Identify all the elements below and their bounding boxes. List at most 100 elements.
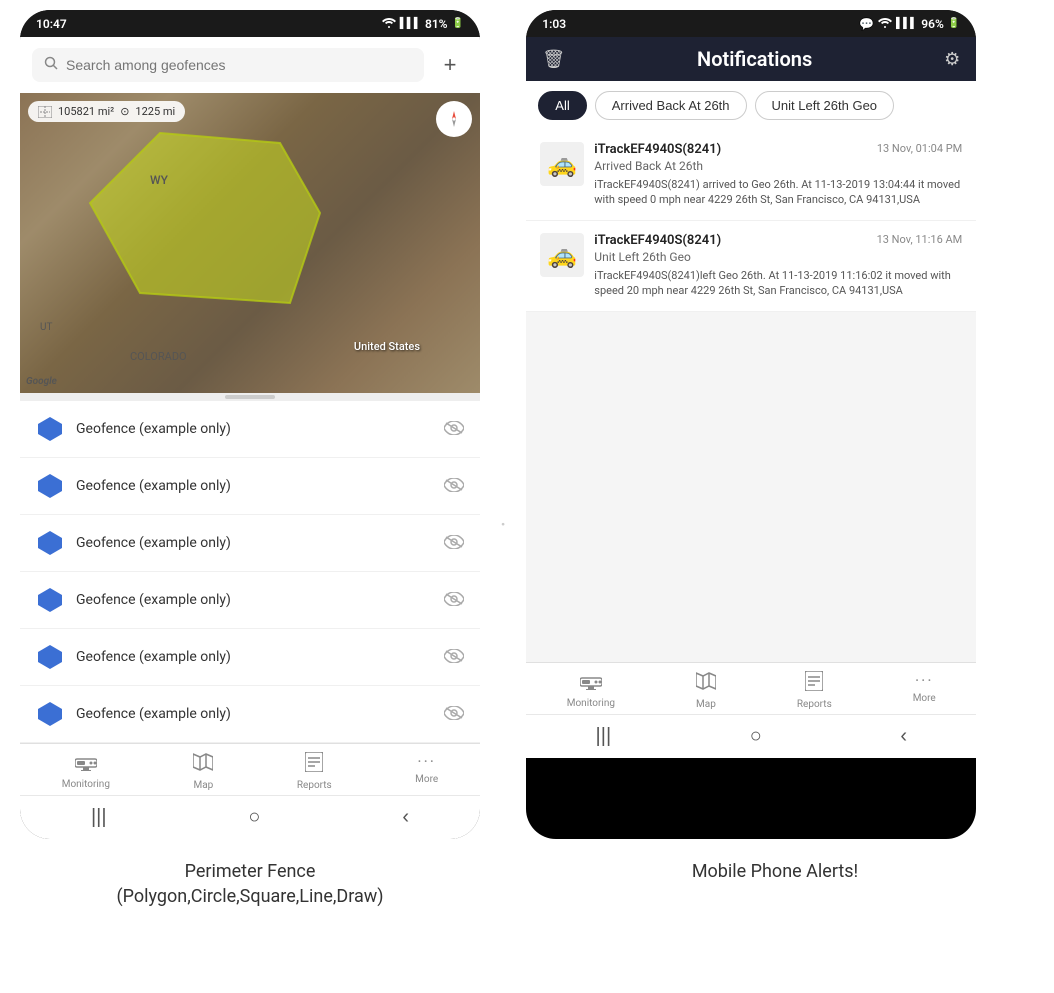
notification-content: iTrackEF4940S(8241) 13 Nov, 01:04 PM Arr…: [594, 142, 962, 208]
left-recent-button[interactable]: |||: [91, 806, 107, 829]
visibility-icon[interactable]: [444, 590, 464, 611]
nav-reports[interactable]: Reports: [297, 752, 332, 791]
geofence-name: Geofence (example only): [76, 535, 432, 551]
monitoring-icon: [75, 752, 97, 776]
map-area-sep: ⊙: [120, 105, 129, 118]
left-status-right: ▌▌▌ 81% 🔋: [382, 16, 464, 31]
map-label-co: COLORADO: [130, 350, 187, 363]
nav-monitoring[interactable]: Monitoring: [62, 752, 110, 791]
left-time: 10:47: [36, 17, 67, 31]
map-compass[interactable]: [436, 101, 472, 137]
filter-tab-arrived[interactable]: Arrived Back At 26th: [595, 91, 747, 120]
nav-map[interactable]: Map: [193, 752, 213, 791]
right-battery-icon: 🔋: [948, 18, 960, 29]
visibility-icon[interactable]: [444, 476, 464, 497]
list-item[interactable]: Geofence (example only): [20, 686, 480, 743]
right-home-button[interactable]: ○: [750, 725, 762, 748]
right-caption: Mobile Phone Alerts!: [550, 859, 1000, 909]
geofence-icon: [36, 415, 64, 443]
notification-event: Arrived Back At 26th: [594, 159, 962, 173]
geofence-list: Geofence (example only) Geofence (exampl…: [20, 401, 480, 743]
visibility-icon[interactable]: [444, 533, 464, 554]
notification-empty-area: [526, 312, 976, 662]
notification-time: 13 Nov, 11:16 AM: [877, 233, 963, 246]
right-reports-icon: [805, 671, 823, 696]
left-system-nav: ||| ○ ‹: [20, 795, 480, 839]
right-nav-map-label: Map: [696, 699, 716, 710]
left-home-button[interactable]: ○: [248, 806, 260, 829]
geofence-icon: [36, 586, 64, 614]
right-map-icon: [696, 671, 716, 696]
add-geofence-button[interactable]: +: [432, 47, 468, 83]
map-terrain: 105821 mi² ⊙ 1225 mi WY UT COLORADO Unit…: [20, 93, 480, 393]
right-phone: 1:03 💬 ▌▌▌ 96% 🔋 🗑 Notifications ⚙ All A…: [526, 10, 976, 839]
notification-top-row: iTrackEF4940S(8241) 13 Nov, 11:16 AM: [594, 233, 962, 248]
right-nav-more-label: More: [913, 693, 936, 704]
search-container[interactable]: [32, 48, 424, 82]
right-nav-reports[interactable]: Reports: [797, 671, 832, 710]
notification-item[interactable]: 🚕 iTrackEF4940S(8241) 13 Nov, 01:04 PM A…: [526, 130, 976, 221]
google-logo: Google: [26, 376, 57, 387]
geofence-name: Geofence (example only): [76, 592, 432, 608]
left-caption-text: Perimeter Fence(Polygon,Circle,Square,Li…: [116, 861, 383, 907]
map-area: 105821 mi² ⊙ 1225 mi WY UT COLORADO Unit…: [20, 93, 480, 393]
reports-icon: [305, 752, 323, 777]
notification-header: 🗑 Notifications ⚙: [526, 37, 976, 81]
search-icon: [44, 56, 58, 74]
notification-message: iTrackEF4940S(8241) arrived to Geo 26th.…: [594, 177, 962, 208]
notification-avatar: 🚕: [540, 233, 584, 277]
nav-more[interactable]: ··· More: [415, 752, 438, 791]
separator: ·: [500, 10, 506, 839]
left-phone: 10:47 ▌▌▌ 81% 🔋 +: [20, 10, 480, 839]
nav-monitoring-label: Monitoring: [62, 779, 110, 790]
geofence-icon: [36, 472, 64, 500]
device-name: iTrackEF4940S(8241): [594, 233, 721, 248]
scroll-indicator: [20, 393, 480, 401]
settings-button[interactable]: ⚙: [944, 49, 960, 70]
right-caption-text: Mobile Phone Alerts!: [692, 861, 858, 882]
right-recent-button[interactable]: |||: [596, 725, 612, 748]
filter-tab-left[interactable]: Unit Left 26th Geo: [755, 91, 895, 120]
right-nav-map[interactable]: Map: [696, 671, 716, 710]
right-signal-icon: ▌▌▌: [896, 18, 917, 29]
right-bottom-nav: Monitoring Map Reports ··· More: [526, 662, 976, 714]
geofence-name: Geofence (example only): [76, 649, 432, 665]
battery-icon-left: 🔋: [452, 18, 464, 29]
list-item[interactable]: Geofence (example only): [20, 401, 480, 458]
nav-map-label: Map: [194, 780, 214, 791]
list-item[interactable]: Geofence (example only): [20, 629, 480, 686]
nav-reports-label: Reports: [297, 780, 332, 791]
right-monitoring-icon: [580, 671, 602, 695]
scroll-pill: [225, 395, 275, 399]
captions-row: Perimeter Fence(Polygon,Circle,Square,Li…: [0, 849, 1054, 919]
notification-top-row: iTrackEF4940S(8241) 13 Nov, 01:04 PM: [594, 142, 962, 157]
search-input[interactable]: [66, 57, 412, 73]
list-item[interactable]: Geofence (example only): [20, 515, 480, 572]
list-item[interactable]: Geofence (example only): [20, 458, 480, 515]
visibility-icon[interactable]: [444, 647, 464, 668]
visibility-icon[interactable]: [444, 704, 464, 725]
signal-icon: ▌▌▌: [400, 18, 421, 29]
right-nav-more[interactable]: ··· More: [913, 671, 936, 710]
right-back-button[interactable]: ‹: [900, 725, 907, 748]
right-system-nav: ||| ○ ‹: [526, 714, 976, 758]
right-nav-reports-label: Reports: [797, 699, 832, 710]
notification-title: Notifications: [697, 47, 812, 71]
notification-content: iTrackEF4940S(8241) 13 Nov, 11:16 AM Uni…: [594, 233, 962, 299]
right-nav-monitoring[interactable]: Monitoring: [567, 671, 615, 710]
geofence-polygon: [80, 123, 330, 323]
right-battery: 96%: [921, 17, 944, 31]
delete-button[interactable]: 🗑: [542, 49, 565, 70]
geofence-name: Geofence (example only): [76, 421, 432, 437]
notification-item[interactable]: 🚕 iTrackEF4940S(8241) 13 Nov, 11:16 AM U…: [526, 221, 976, 312]
visibility-icon[interactable]: [444, 419, 464, 440]
filter-tab-all[interactable]: All: [538, 91, 586, 120]
map-distance-label: 1225 mi: [135, 105, 175, 118]
left-caption: Perimeter Fence(Polygon,Circle,Square,Li…: [20, 859, 480, 909]
geofence-icon: [36, 700, 64, 728]
nav-more-label: More: [415, 774, 438, 785]
chat-icon: 💬: [859, 17, 874, 31]
notification-message: iTrackEF4940S(8241)left Geo 26th. At 11-…: [594, 268, 962, 299]
left-back-button[interactable]: ‹: [402, 806, 409, 829]
list-item[interactable]: Geofence (example only): [20, 572, 480, 629]
